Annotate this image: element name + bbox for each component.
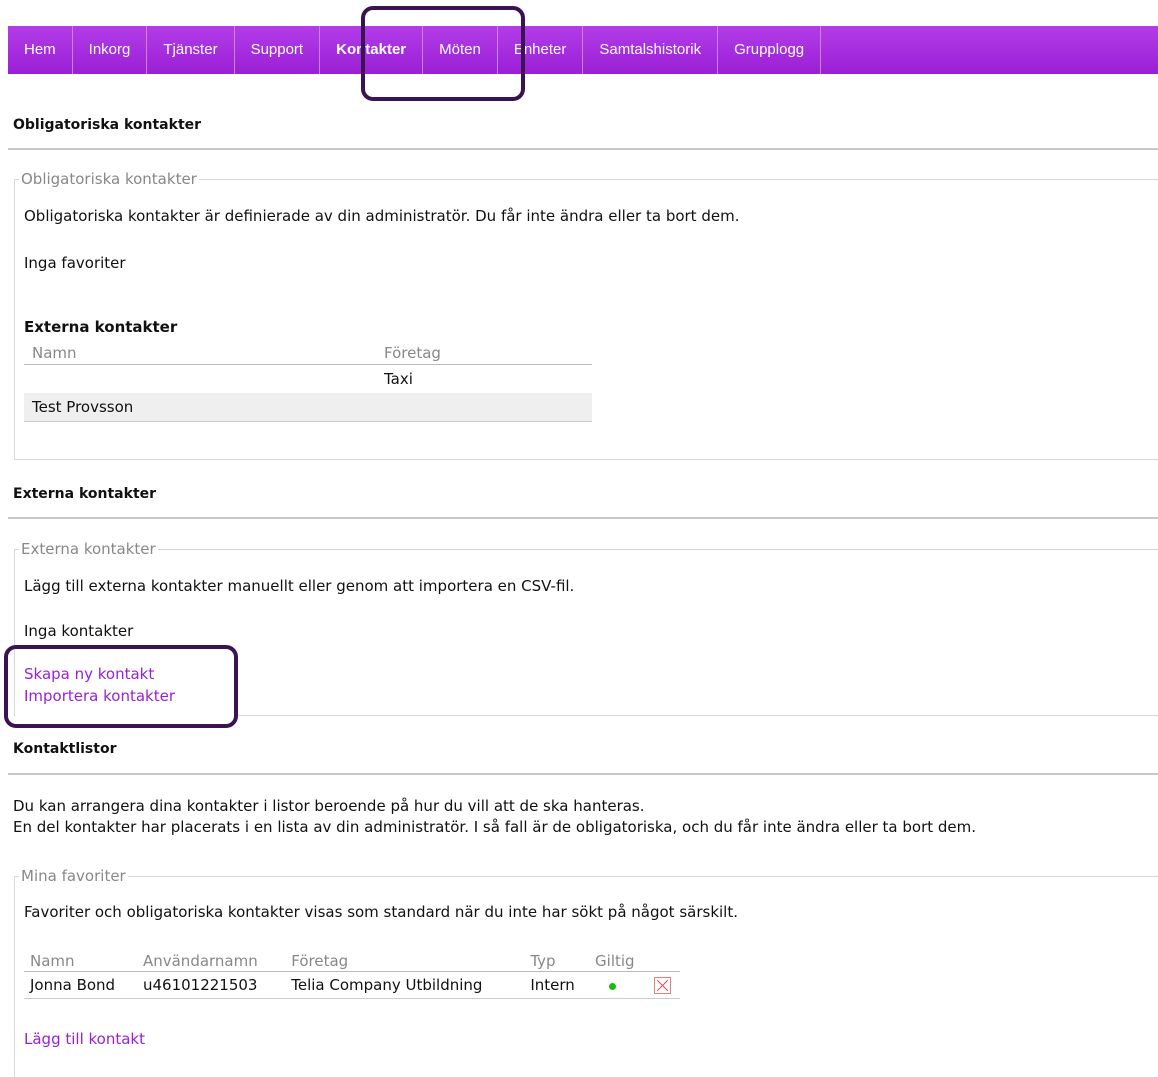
external-contacts-heading: Externa kontakter — [24, 318, 178, 336]
nav-tab-hem[interactable]: Hem — [8, 26, 73, 74]
divider — [8, 773, 1158, 775]
cell-name — [24, 365, 376, 394]
column-header-valid: Giltig — [589, 951, 648, 972]
add-contact-link[interactable]: Lägg till kontakt — [24, 1030, 145, 1048]
divider — [8, 148, 1158, 150]
column-header-name: Namn — [24, 342, 376, 365]
lists-description-line2: En del kontakter har placerats i en list… — [13, 818, 977, 836]
column-header-company: Företag — [376, 342, 592, 365]
nav-tab-support[interactable]: Support — [235, 26, 321, 74]
cell-valid — [589, 971, 648, 999]
valid-status-icon — [609, 983, 617, 990]
section-title-mandatory: Obligatoriska kontakter — [13, 117, 202, 133]
section-title-lists: Kontaktlistor — [13, 741, 117, 757]
cell-company — [376, 393, 592, 422]
cell-name: Jonna Bond — [24, 971, 137, 999]
table-row[interactable]: Taxi — [24, 365, 592, 394]
cell-company: Telia Company Utbildning — [285, 971, 525, 999]
divider — [238, 715, 1158, 716]
divider — [8, 517, 1158, 519]
table-row[interactable]: Test Provsson — [24, 393, 592, 422]
favorites-legend: Mina favoriter — [19, 867, 128, 885]
top-nav: Hem Inkorg Tjänster Support Kontakter Mö… — [8, 26, 1158, 74]
mandatory-description: Obligatoriska kontakter är definierade a… — [24, 207, 740, 225]
column-header-name: Namn — [24, 951, 137, 972]
highlight-kontakter-tab — [361, 6, 525, 101]
highlight-links — [4, 645, 238, 728]
cell-type: Intern — [524, 971, 590, 999]
mandatory-legend: Obligatoriska kontakter — [19, 170, 199, 188]
column-header-username: Användarnamn — [136, 951, 286, 972]
cell-company: Taxi — [384, 370, 413, 388]
no-favorites-text: Inga favoriter — [24, 254, 126, 272]
lists-description-line1: Du kan arrangera dina kontakter i listor… — [13, 797, 645, 815]
mandatory-external-table: Namn Företag Taxi Test Provsson — [24, 342, 592, 422]
nav-tab-grupplogg[interactable]: Grupplogg — [718, 26, 822, 74]
column-header-type: Typ — [524, 951, 590, 972]
nav-tab-inkorg[interactable]: Inkorg — [73, 26, 148, 74]
nav-tab-samtalshistorik[interactable]: Samtalshistorik — [583, 26, 719, 74]
section-title-external: Externa kontakter — [13, 486, 157, 502]
cell-actions — [647, 971, 680, 999]
external-description: Lägg till externa kontakter manuellt ell… — [24, 577, 575, 595]
external-legend: Externa kontakter — [19, 540, 158, 558]
column-header-company: Företag — [285, 951, 525, 972]
column-header-actions — [647, 951, 680, 972]
nav-tab-tjanster[interactable]: Tjänster — [147, 26, 235, 74]
favorites-description: Favoriter och obligatoriska kontakter vi… — [24, 903, 738, 921]
cell-name: Test Provsson — [24, 393, 376, 422]
favorites-table: Namn Användarnamn Företag Typ Giltig Jon… — [24, 951, 680, 999]
no-contacts-text: Inga kontakter — [24, 622, 134, 640]
table-row[interactable]: Jonna Bond u46101221503 Telia Company Ut… — [24, 971, 680, 999]
delete-icon[interactable] — [653, 977, 671, 994]
cell-username: u46101221503 — [136, 971, 286, 999]
